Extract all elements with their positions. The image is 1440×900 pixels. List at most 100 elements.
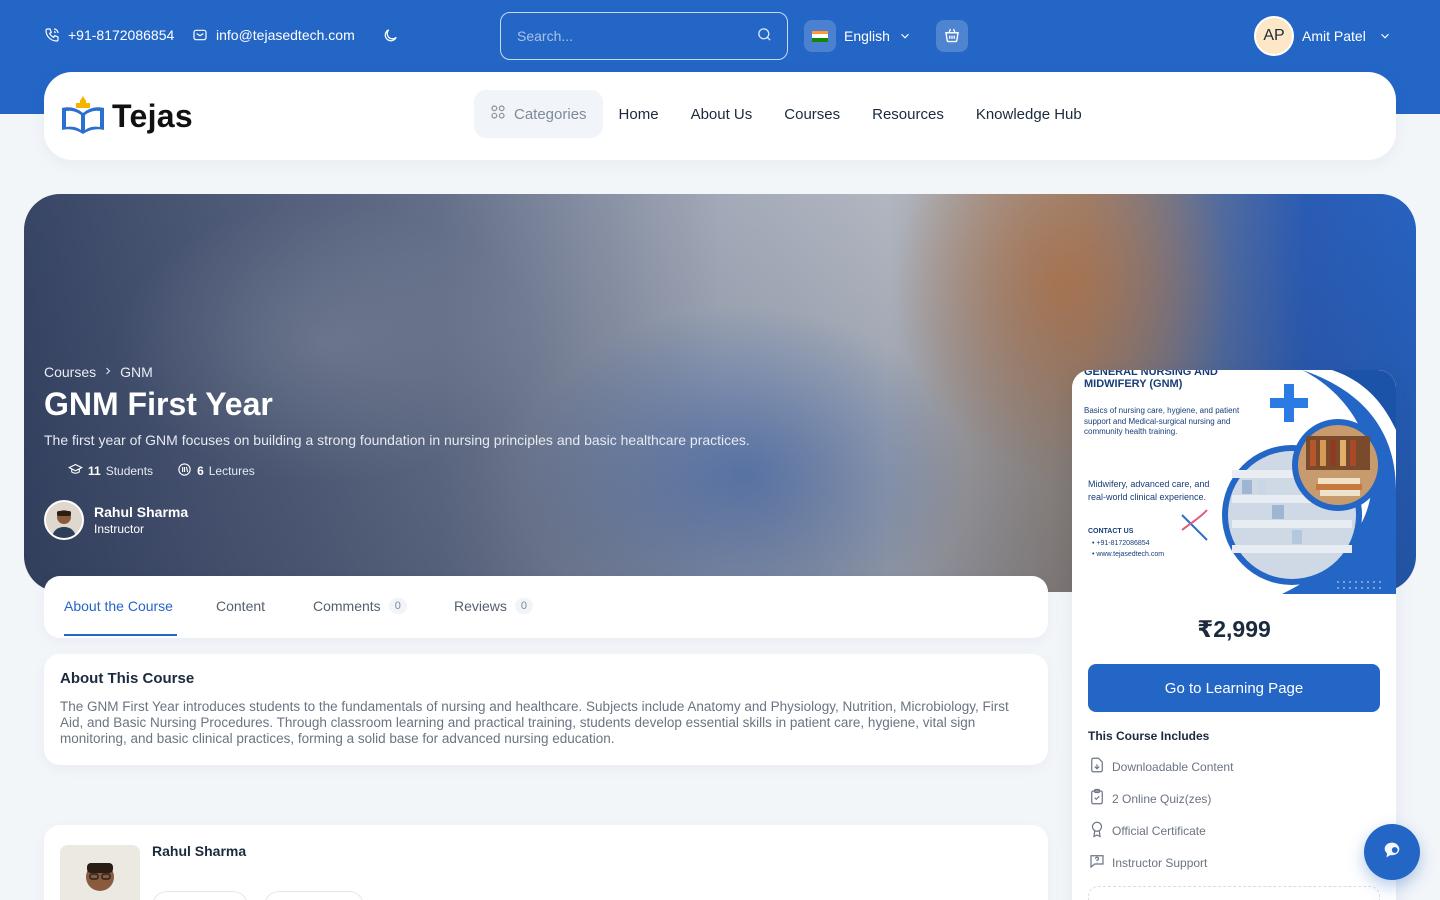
about-course-card: About This Course The GNM First Year int… xyxy=(44,654,1048,765)
india-flag-icon xyxy=(804,20,836,52)
includes-label: Instructor Support xyxy=(1112,855,1208,870)
search-input[interactable] xyxy=(517,28,756,44)
lectures-count: 6 xyxy=(197,464,204,478)
language-selector[interactable]: English xyxy=(804,20,912,52)
instructor-card: Rahul Sharma xyxy=(44,825,1048,900)
tab-label: Content xyxy=(216,598,266,614)
search-icon[interactable] xyxy=(756,26,773,46)
grid-icon xyxy=(490,104,506,124)
theme-toggle[interactable] xyxy=(382,27,399,44)
course-tabs: About the Course Content Comments 0 Revi… xyxy=(44,576,1048,638)
download-icon xyxy=(1088,756,1106,777)
thumbnail-web-text: www.tejasedtech.com xyxy=(1096,551,1165,558)
tab-reviews[interactable]: Reviews 0 xyxy=(454,598,534,614)
thumbnail-web: • www.tejasedtech.com xyxy=(1092,551,1165,558)
lectures-icon xyxy=(177,462,192,480)
instructor-avatar xyxy=(44,500,84,540)
chevron-down-icon xyxy=(898,29,912,43)
tab-label: Comments xyxy=(313,598,381,614)
tab-content[interactable]: Content xyxy=(216,598,265,614)
thumbnail-phone-text: +91-8172086854 xyxy=(1096,540,1150,547)
chevron-right-icon xyxy=(102,364,114,380)
email-address: info@tejasedtech.com xyxy=(216,27,355,43)
logo-text: Tejas xyxy=(112,98,193,134)
tab-label: About the Course xyxy=(64,598,173,614)
chat-icon xyxy=(1381,839,1403,866)
certificate-icon xyxy=(1088,820,1106,841)
thumbnail-heading: GENERAL NURSING AND MIDWIFERY (GNM) xyxy=(1084,370,1218,390)
nav-about-us[interactable]: About Us xyxy=(691,106,753,123)
course-title: GNM First Year xyxy=(44,386,273,422)
nav-home[interactable]: Home xyxy=(619,106,659,123)
instructor-card-name: Rahul Sharma xyxy=(152,843,247,859)
breadcrumb-courses[interactable]: Courses xyxy=(44,364,96,380)
user-avatar: AP xyxy=(1254,16,1294,56)
comments-count-badge: 0 xyxy=(388,598,407,614)
about-text: The GNM First Year introduces students t… xyxy=(60,699,1009,746)
language-label: English xyxy=(844,28,890,44)
students-count: 11 xyxy=(88,464,101,478)
course-description: The first year of GNM focuses on buildin… xyxy=(44,432,750,448)
phone-icon xyxy=(44,27,60,43)
includes-title: This Course Includes xyxy=(1088,729,1210,743)
mail-icon xyxy=(192,27,208,43)
includes-item: 2 Online Quiz(zes) xyxy=(1088,788,1211,809)
chevron-down-icon xyxy=(1378,29,1392,43)
reviews-count-badge: 0 xyxy=(514,598,534,614)
go-to-learning-page-button[interactable]: Go to Learning Page xyxy=(1088,664,1380,712)
includes-item: Official Certificate xyxy=(1088,820,1206,841)
nav-resources[interactable]: Resources xyxy=(872,106,944,123)
lectures-stat: 6 Lectures xyxy=(177,462,255,480)
includes-label: 2 Online Quiz(zes) xyxy=(1112,791,1212,806)
thumbnail-phone: • +91-8172086854 xyxy=(1092,540,1150,547)
thumbnail-contact-heading: CONTACT US xyxy=(1088,528,1134,535)
breadcrumb-gnm[interactable]: GNM xyxy=(120,364,153,380)
tab-about-the-course[interactable]: About the Course xyxy=(64,598,173,614)
user-name: Amit Patel xyxy=(1302,28,1366,44)
instructor-role: Instructor xyxy=(94,522,145,536)
cart-icon xyxy=(943,26,961,47)
nav-knowledge-hub[interactable]: Knowledge Hub xyxy=(976,106,1082,123)
phone-contact[interactable]: +91-8172086854 xyxy=(44,27,174,43)
phone-number: +91-8172086854 xyxy=(68,27,175,43)
chat-button[interactable] xyxy=(1364,824,1420,880)
instructor-name: Rahul Sharma xyxy=(94,504,189,520)
thumbnail-text-1: Basics of nursing care, hygiene, and pat… xyxy=(1084,406,1240,436)
main-navbar: Tejas Categories Home About Us Courses R… xyxy=(44,72,1396,160)
tab-comments[interactable]: Comments 0 xyxy=(313,598,407,614)
tab-label: Reviews xyxy=(454,598,507,614)
coupon-box xyxy=(1088,886,1380,900)
hero-instructor[interactable]: Rahul Sharma Instructor xyxy=(44,500,188,540)
instructor-photo xyxy=(60,845,140,900)
site-logo[interactable]: Tejas xyxy=(60,94,193,139)
includes-label: Downloadable Content xyxy=(1112,759,1234,774)
search-box xyxy=(500,12,788,60)
lectures-label: Lectures xyxy=(208,464,255,478)
nav-links: Categories Home About Us Courses Resourc… xyxy=(474,90,1082,138)
cart-button[interactable] xyxy=(936,20,968,52)
course-thumbnail: GENERAL NURSING AND MIDWIFERY (GNM) Basi… xyxy=(1072,370,1396,594)
includes-label: Official Certificate xyxy=(1112,823,1206,838)
top-bar: +91-8172086854 info@tejasedtech.com Engl… xyxy=(0,0,1440,72)
support-icon xyxy=(1088,852,1106,873)
includes-item: Instructor Support xyxy=(1088,852,1207,873)
categories-label: Categories xyxy=(514,105,587,123)
categories-button[interactable]: Categories xyxy=(474,90,603,138)
course-purchase-card: GENERAL NURSING AND MIDWIFERY (GNM) Basi… xyxy=(1072,370,1396,900)
course-price: ₹2,999 xyxy=(1197,616,1271,642)
instructor-tag xyxy=(152,891,248,900)
students-icon xyxy=(67,462,84,480)
instructor-tag xyxy=(264,891,364,900)
students-stat: 11 Students xyxy=(67,462,154,480)
quiz-icon xyxy=(1088,788,1106,809)
includes-item: Downloadable Content xyxy=(1088,756,1233,777)
nav-courses[interactable]: Courses xyxy=(784,106,840,123)
user-menu[interactable]: AP Amit Patel xyxy=(1254,16,1392,56)
email-contact[interactable]: info@tejasedtech.com xyxy=(192,27,355,43)
students-label: Students xyxy=(105,464,154,478)
about-title: About This Course xyxy=(60,670,195,687)
thumbnail-text-2: Midwifery, advanced care, and real-world… xyxy=(1088,479,1210,502)
moon-icon xyxy=(382,27,399,44)
book-logo-icon xyxy=(60,94,106,139)
course-stats: 11 Students 6 Lectures xyxy=(67,462,255,480)
